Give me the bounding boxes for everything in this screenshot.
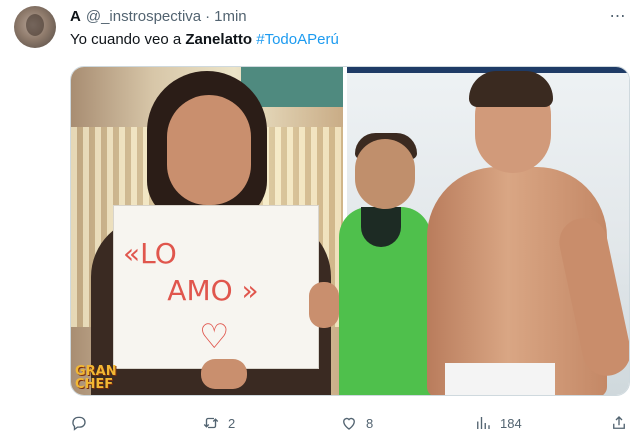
retweet-button[interactable]: 2 <box>202 412 235 434</box>
tweet-text-bold: Zanelatto <box>185 31 253 48</box>
logo-text-line2: CHEF <box>75 377 114 392</box>
heart-icon <box>343 417 355 430</box>
tweet-header: A @_instrospectiva · 1min <box>70 8 247 25</box>
share-button[interactable] <box>610 412 628 434</box>
author-name[interactable]: A <box>70 8 81 25</box>
views-icon <box>477 417 490 429</box>
like-button[interactable]: 8 <box>340 412 373 434</box>
timestamp[interactable]: 1min <box>214 8 247 25</box>
player-shorts <box>445 363 555 395</box>
hand-right <box>309 282 339 328</box>
background-player-head <box>355 139 415 209</box>
show-logo: GRAN CHEF <box>75 365 117 391</box>
tweet-actions: 2 8 184 <box>70 412 630 434</box>
like-count: 8 <box>366 415 374 431</box>
hashtag-link[interactable]: #TodoAPerú <box>256 31 339 48</box>
share-icon <box>613 416 625 429</box>
reply-button[interactable] <box>70 412 88 434</box>
author-handle[interactable]: @_instrospectiva <box>86 8 201 25</box>
avatar[interactable] <box>14 6 56 48</box>
separator: · <box>205 8 211 25</box>
sign-text-line2: AMO » <box>167 274 259 307</box>
views-button[interactable]: 184 <box>474 412 522 434</box>
retweet-count: 2 <box>228 415 236 431</box>
reply-icon <box>72 416 86 431</box>
sign-heart-drawing: ♡ <box>199 318 230 356</box>
hand-left <box>201 359 247 389</box>
woman-face <box>167 95 251 205</box>
more-options-icon[interactable]: ⋯ <box>606 6 630 26</box>
sign-text-line1: «LO <box>123 237 177 270</box>
retweet-icon <box>203 417 219 429</box>
tweet-text-prefix: Yo cuando veo a <box>70 31 186 48</box>
player-hair <box>469 71 553 107</box>
tweet-media[interactable]: «LO AMO » ♡ GRAN CHEF <box>70 66 630 396</box>
tweet-text: Yo cuando veo a Zanelatto #TodoAPerú <box>70 31 339 48</box>
background-player-collar <box>361 207 401 247</box>
views-count: 184 <box>500 415 522 431</box>
